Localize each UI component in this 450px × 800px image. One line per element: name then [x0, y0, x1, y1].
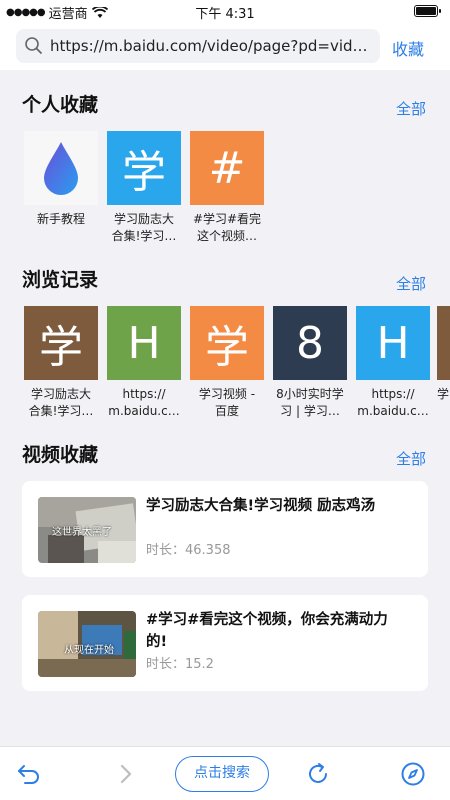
history-item[interactable]: 8 8小时实时学 习 | 学习…: [273, 306, 347, 422]
bottom-toolbar: 点击搜索: [0, 746, 450, 800]
tile-glyph: H: [107, 306, 181, 380]
personal-item[interactable]: 学 学习励志大 合集!学习…: [107, 131, 181, 247]
history-item[interactable]: H https:// m.baidu.c…: [107, 306, 181, 422]
tile-caption: 新手教程: [36, 212, 85, 226]
personal-favorites-title: 个人收藏: [22, 94, 99, 116]
url-text: https://m.baidu.com/video/page?pd=video_…: [50, 37, 370, 55]
compass-icon[interactable]: [400, 761, 426, 787]
search-icon: [25, 37, 43, 55]
thumbnail-caption: 这世界太黑了: [52, 527, 112, 538]
tile-caption: #学习#看完 这个视频…: [192, 212, 262, 243]
search-button[interactable]: 点击搜索: [175, 756, 269, 792]
tile-glyph: 学: [24, 306, 98, 380]
history-all-link[interactable]: 全部: [396, 273, 426, 294]
refresh-icon[interactable]: [305, 761, 331, 787]
status-bar: ●●●●● 运营商 下午 4:31: [0, 0, 450, 22]
video-thumbnail: 从现在开始: [38, 611, 136, 677]
videos-all-link[interactable]: 全部: [396, 448, 426, 469]
tile-square: [437, 306, 450, 380]
forward-icon[interactable]: [113, 761, 139, 787]
tile-glyph: H: [356, 306, 430, 380]
tile-caption: 学习励志大 合集!学习…: [28, 387, 94, 418]
tile-glyph: #: [190, 131, 264, 205]
status-time: 下午 4:31: [195, 7, 255, 22]
tile-caption: https:// m.baidu.c…: [357, 387, 429, 418]
tile-glyph: 8: [273, 306, 347, 380]
history-item[interactable]: H https:// m.baidu.c…: [356, 306, 430, 422]
history-item-partial[interactable]: 学: [437, 306, 450, 416]
tile-caption: 8小时实时学 习 | 学习…: [276, 387, 344, 418]
video-duration: 时长：15.2: [146, 657, 214, 672]
tile-glyph: 学: [107, 131, 181, 205]
url-bar: https://m.baidu.com/video/page?pd=video_…: [0, 22, 450, 70]
tile-caption: 学习视频 - 百度: [198, 387, 256, 418]
video-duration: 时长：46.358: [146, 543, 231, 558]
video-card[interactable]: 从现在开始 #学习#看完这个视频，你会充满动力的! 时长：15.2: [22, 595, 428, 691]
drop-icon: [24, 131, 98, 205]
video-title: #学习#看完这个视频，你会充满动力的!: [146, 612, 388, 650]
thumbnail-caption: 从现在开始: [64, 645, 114, 656]
tile-caption: 学习励志大 合集!学习…: [111, 212, 177, 243]
battery-icon: [414, 5, 441, 17]
video-thumbnail: 这世界太黑了: [38, 497, 136, 563]
tile-glyph: 学: [190, 306, 264, 380]
back-icon[interactable]: [16, 761, 42, 787]
video-card[interactable]: 这世界太黑了 学习励志大合集!学习视频 励志鸡汤 时长：46.358: [22, 481, 428, 577]
video-favorites-title: 视频收藏: [22, 444, 99, 466]
personal-item[interactable]: # #学习#看完 这个视频…: [190, 131, 264, 247]
tile-caption: https:// m.baidu.c…: [108, 387, 180, 418]
history-title: 浏览记录: [22, 269, 99, 291]
url-field[interactable]: https://m.baidu.com/video/page?pd=video_…: [16, 29, 380, 63]
personal-all-link[interactable]: 全部: [396, 98, 426, 119]
tile-caption: 学: [437, 387, 450, 401]
personal-item-tutorial[interactable]: 新手教程: [24, 131, 98, 247]
history-item[interactable]: 学 学习视频 - 百度: [190, 306, 264, 422]
video-title: 学习励志大合集!学习视频 励志鸡汤: [146, 498, 376, 514]
favorite-button[interactable]: 收藏: [392, 36, 424, 60]
history-item[interactable]: 学 学习励志大 合集!学习…: [24, 306, 98, 422]
